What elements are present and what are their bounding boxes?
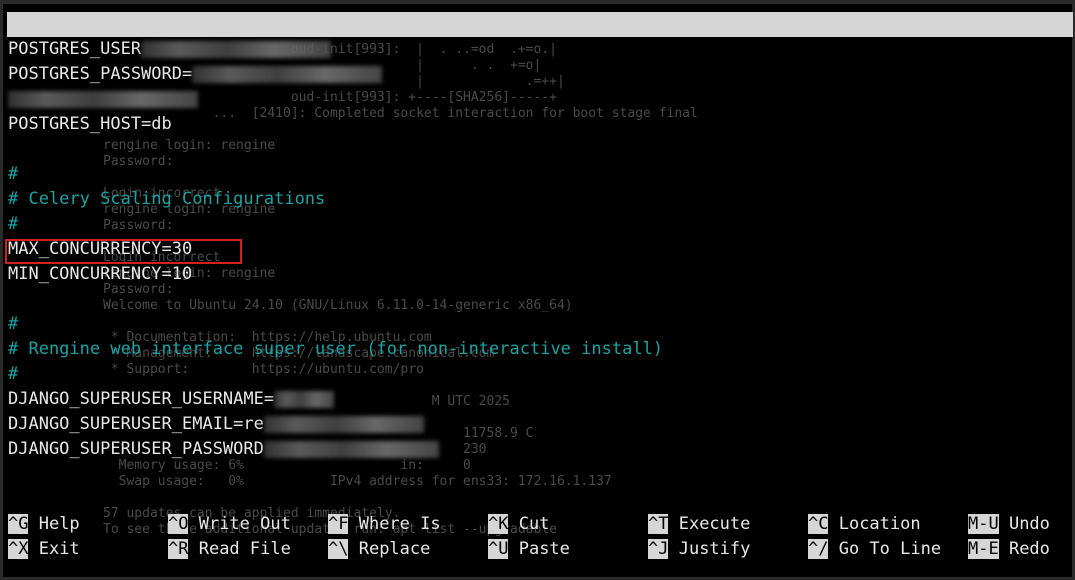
- shortcut-cut[interactable]: ^K Cut: [488, 512, 549, 537]
- editor-line[interactable]: [8, 87, 198, 112]
- shortcut-read-file[interactable]: ^R Read File: [168, 537, 291, 562]
- shortcut-key: M-U: [968, 514, 999, 534]
- shortcut-key: ^U: [488, 539, 509, 559]
- shortcut-key: ^K: [488, 514, 509, 534]
- shortcut-justify[interactable]: ^J Justify: [648, 537, 750, 562]
- editor-line-text: DJANGO_SUPERUSER_PASSWORD: [8, 439, 264, 459]
- shortcut-key: ^R: [168, 539, 189, 559]
- shortcut-key: ^G: [8, 514, 29, 534]
- editor-line-text: POSTGRES_HOST=db: [8, 114, 172, 134]
- shortcut-label: Help: [28, 514, 80, 534]
- shortcut-label: Go To Line: [828, 539, 942, 559]
- editor-line[interactable]: POSTGRES_HOST=db: [8, 112, 172, 137]
- editor-line[interactable]: # Rengine web interface super user (for …: [8, 337, 663, 362]
- shortcut-label: Where Is: [348, 514, 441, 534]
- editor-line[interactable]: POSTGRES_USER: [8, 37, 332, 62]
- shortcut-label: Cut: [508, 514, 550, 534]
- shortcut-label: Write Out: [188, 514, 291, 534]
- shortcut-label: Read File: [188, 539, 291, 559]
- redacted-value: [263, 415, 424, 433]
- file-name: .env *: [753, 64, 815, 84]
- redacted-value: [274, 390, 335, 408]
- redacted-value: [8, 90, 198, 108]
- shortcut-key: ^O: [168, 514, 189, 534]
- shortcut-key: ^J: [648, 539, 669, 559]
- shortcut-help[interactable]: ^G Help: [8, 512, 80, 537]
- ghost-line: [103, 490, 698, 506]
- editor-line-text: # Rengine web interface super user (for …: [8, 339, 664, 359]
- editor-line-text: DJANGO_SUPERUSER_EMAIL=re: [8, 414, 264, 434]
- shortcut-key: ^\: [328, 539, 349, 559]
- terminal-window: GNU nano 8.1 .env * oud-init[993]: | . .…: [0, 0, 1075, 580]
- shortcut-label: Replace: [348, 539, 431, 559]
- shortcut-key: ^F: [328, 514, 349, 534]
- ghost-line: [103, 170, 698, 186]
- ghost-line: Swap usage: 0% IPv4 address for ens33: 1…: [103, 474, 612, 489]
- shortcut-where-is[interactable]: ^F Where Is: [328, 512, 441, 537]
- shortcut-label: Justify: [668, 539, 751, 559]
- editor-line[interactable]: #: [8, 362, 18, 387]
- shortcut-label: Paste: [508, 539, 570, 559]
- shortcut-paste[interactable]: ^U Paste: [488, 537, 570, 562]
- ghost-line: Password:: [103, 218, 174, 233]
- editor-line[interactable]: DJANGO_SUPERUSER_EMAIL=re: [8, 412, 424, 437]
- editor-line[interactable]: #: [8, 162, 18, 187]
- shortcut-key: ^X: [8, 539, 29, 559]
- editor-line[interactable]: POSTGRES_PASSWORD=: [8, 62, 383, 87]
- ghost-line: Password:: [103, 154, 174, 169]
- editor-line-text: #: [8, 314, 19, 334]
- background-console-text: oud-init[993]: | . ..=od .+=o.| | . . +=…: [103, 42, 698, 538]
- editor-line[interactable]: #: [8, 212, 18, 237]
- ghost-line: [103, 314, 698, 330]
- editor-line[interactable]: DJANGO_SUPERUSER_PASSWORD: [8, 437, 439, 462]
- shortcut-key: M-E: [968, 539, 999, 559]
- shortcut-execute[interactable]: ^T Execute: [648, 512, 750, 537]
- highlight-annotation-box: [5, 239, 242, 264]
- editor-line[interactable]: MIN_CONCURRENCY=10: [8, 262, 192, 287]
- shortcut-label: Location: [828, 514, 921, 534]
- editor-line[interactable]: #: [8, 312, 18, 337]
- ghost-line: * Support: https://ubuntu.com/pro: [103, 362, 424, 377]
- shortcut-exit[interactable]: ^X Exit: [8, 537, 80, 562]
- editor-line-text: POSTGRES_USER: [8, 39, 142, 59]
- shortcut-label: Exit: [28, 539, 80, 559]
- redacted-value: [141, 40, 332, 58]
- shortcut-write-out[interactable]: ^O Write Out: [168, 512, 291, 537]
- shortcut-undo[interactable]: M-U Undo: [968, 512, 1050, 537]
- ghost-line: Welcome to Ubuntu 24.10 (GNU/Linux 6.11.…: [103, 298, 573, 313]
- nano-title-bar: GNU nano 8.1 .env *: [7, 12, 1073, 84]
- shortcut-key: ^C: [808, 514, 829, 534]
- ghost-line: [103, 122, 698, 138]
- shortcut-location[interactable]: ^C Location: [808, 512, 921, 537]
- editor-line-text: POSTGRES_PASSWORD=: [8, 64, 193, 84]
- editor-line[interactable]: DJANGO_SUPERUSER_USERNAME=: [8, 387, 335, 412]
- editor-line-text: #: [8, 364, 19, 384]
- redacted-value: [263, 440, 439, 458]
- redacted-value: [192, 65, 383, 83]
- editor-line-text: # Celery Scaling Configurations: [8, 189, 326, 209]
- shortcut-label: Execute: [668, 514, 751, 534]
- shortcut-redo[interactable]: M-E Redo: [968, 537, 1050, 562]
- editor-line[interactable]: # Celery Scaling Configurations: [8, 187, 325, 212]
- shortcut-label: Undo: [998, 514, 1050, 534]
- editor-line-text: DJANGO_SUPERUSER_USERNAME=: [8, 389, 275, 409]
- editor-line-text: #: [8, 214, 19, 234]
- editor-line-text: MIN_CONCURRENCY=10: [8, 264, 193, 284]
- editor-line-text: #: [8, 164, 19, 184]
- shortcut-key: ^T: [648, 514, 669, 534]
- shortcut-key: ^/: [808, 539, 829, 559]
- shortcut-replace[interactable]: ^\ Replace: [328, 537, 430, 562]
- shortcut-label: Redo: [998, 539, 1050, 559]
- shortcut-go-to-line[interactable]: ^/ Go To Line: [808, 537, 941, 562]
- ghost-line: rengine login: rengine: [103, 138, 276, 153]
